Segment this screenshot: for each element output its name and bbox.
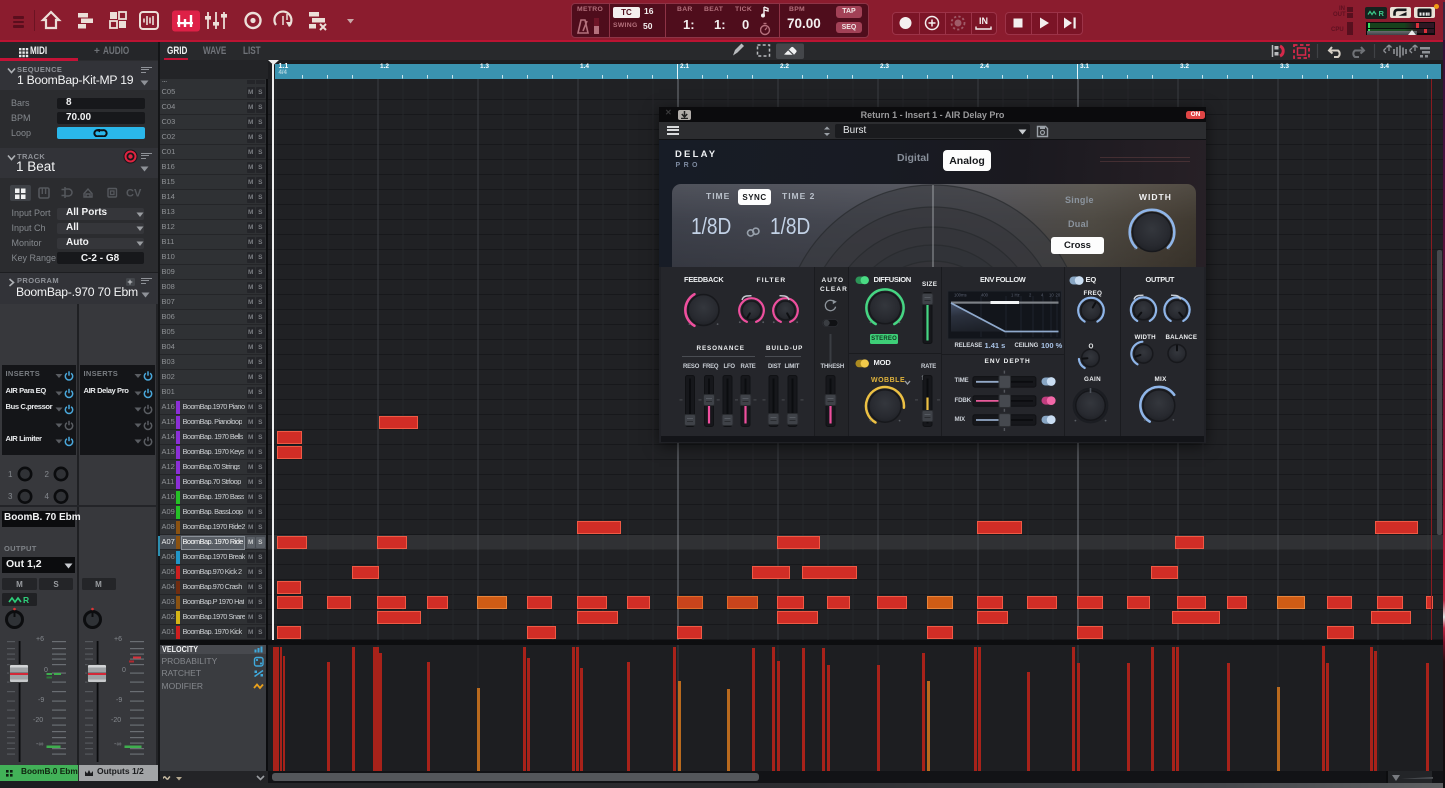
svg-text:400: 400 (981, 293, 989, 298)
svg-text:20: 20 (1056, 293, 1061, 298)
svg-text:100ms: 100ms (954, 293, 967, 298)
svg-text:10: 10 (1049, 293, 1054, 298)
svg-text:1 Hz: 1 Hz (1011, 293, 1020, 298)
